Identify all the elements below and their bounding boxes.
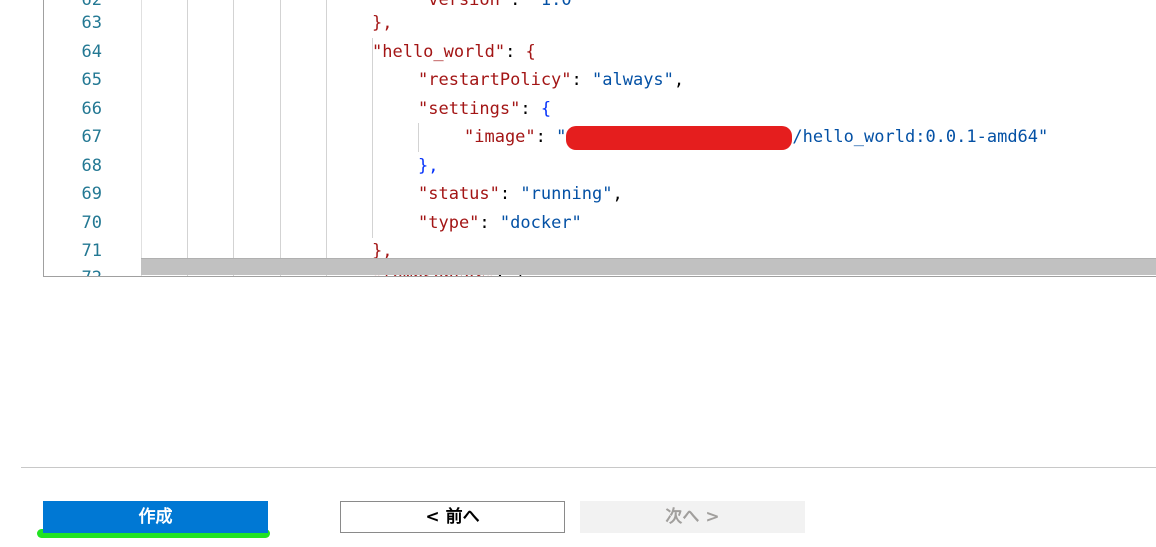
indent-guide bbox=[233, 0, 234, 276]
create-button[interactable]: 作成 bbox=[43, 501, 268, 533]
line-number: 67 bbox=[81, 127, 102, 147]
indent-guide bbox=[280, 0, 281, 276]
gutter-border bbox=[141, 0, 142, 276]
indent-guide bbox=[418, 123, 419, 152]
horizontal-scrollbar[interactable] bbox=[141, 258, 1156, 275]
code-line: }, bbox=[418, 156, 439, 176]
previous-button[interactable]: < 前へ bbox=[340, 501, 565, 533]
line-number: 63 bbox=[81, 13, 102, 33]
line-number: 68 bbox=[81, 156, 102, 176]
code-line: "version": "1.0" bbox=[418, 0, 582, 10]
json-editor[interactable]: 62 63 64 65 66 67 68 69 70 71 72 "versio… bbox=[43, 0, 1156, 277]
indent-guide bbox=[187, 0, 188, 276]
code-line: }, bbox=[372, 13, 393, 33]
next-button: 次へ > bbox=[580, 501, 805, 533]
line-number: 66 bbox=[81, 99, 102, 119]
redaction-bar bbox=[566, 126, 793, 150]
code-line: "type": "docker" bbox=[418, 213, 582, 233]
code-line: "status": "running", bbox=[418, 184, 623, 204]
scrollbar-edge bbox=[141, 258, 1156, 259]
footer-divider bbox=[21, 467, 1156, 468]
line-number: 72 bbox=[44, 264, 102, 276]
line-number: 70 bbox=[81, 213, 102, 233]
indent-guide bbox=[326, 0, 327, 276]
code-line: "image": "/hello_world:0.0.1-amd64" bbox=[464, 123, 1048, 152]
editor-gutter: 62 63 64 65 66 67 68 69 70 71 72 bbox=[44, 0, 141, 276]
code-line: "settings": { bbox=[418, 99, 552, 119]
indent-guide bbox=[372, 38, 373, 238]
line-number: 71 bbox=[81, 241, 102, 261]
line-number: 64 bbox=[81, 42, 102, 62]
deployment-page: 62 63 64 65 66 67 68 69 70 71 72 "versio… bbox=[0, 0, 1156, 547]
line-number: 69 bbox=[81, 184, 102, 204]
redaction-mark bbox=[566, 126, 793, 150]
line-number: 65 bbox=[81, 70, 102, 90]
code-line: "hello_world": { bbox=[372, 42, 536, 62]
code-line: "restartPolicy": "always", bbox=[418, 70, 685, 90]
